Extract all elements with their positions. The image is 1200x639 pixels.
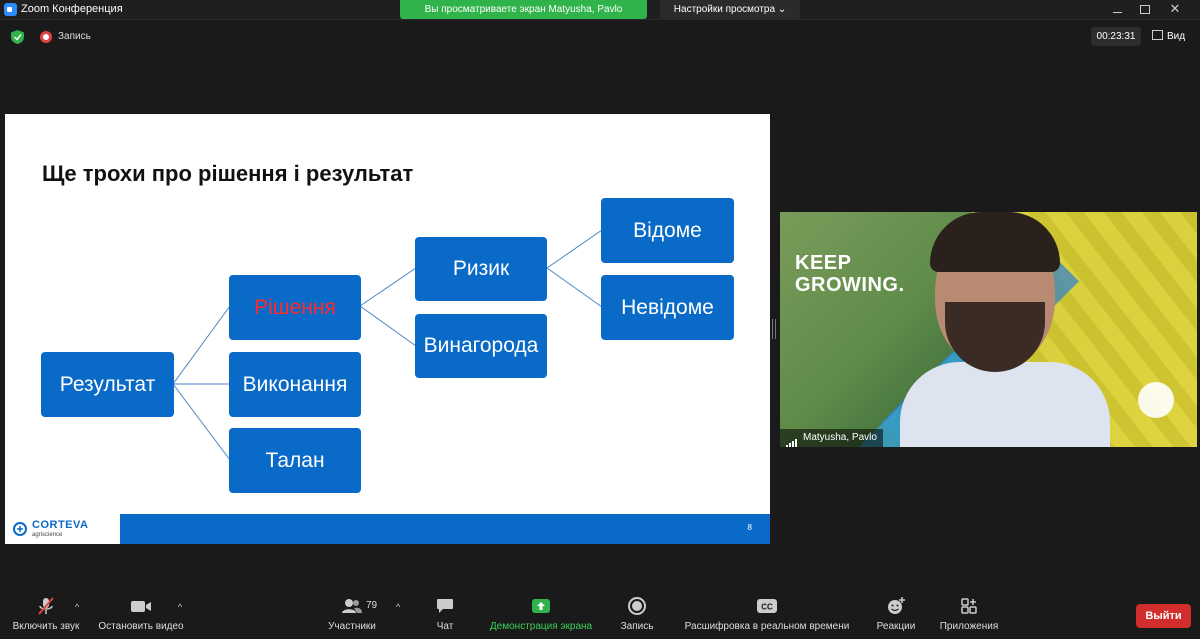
unmute-button[interactable]: Включить звук <box>8 596 84 632</box>
screen-share-banner: Вы просматриваете экран Matyusha, Pavlo <box>400 0 647 19</box>
view-options-label: Настройки просмотра ⌄ <box>673 4 787 15</box>
record-button[interactable]: Запись <box>612 596 662 632</box>
node-reward: Винагорода <box>415 314 547 378</box>
shield-icon[interactable] <box>11 30 24 44</box>
connector-decision-risk <box>359 267 417 307</box>
corteva-logo: CORTEVA agriscience <box>5 514 120 544</box>
recording-label[interactable]: Запись <box>58 31 91 42</box>
chat-label: Чат <box>436 621 454 632</box>
chat-icon <box>437 599 453 613</box>
stop-video-label: Остановить видео <box>98 621 184 632</box>
corteva-watermark-icon <box>1138 382 1174 418</box>
stop-video-button[interactable]: Остановить видео <box>95 596 187 632</box>
corteva-logo-subtext: agriscience <box>32 532 63 538</box>
view-button-label: Вид <box>1167 31 1186 42</box>
shared-slide: Ще трохи про рішення і результат Результ… <box>5 114 770 544</box>
corteva-logo-text: CORTEVA <box>32 519 89 531</box>
connector-risk-unknown <box>546 267 603 308</box>
participant-video-tile[interactable]: KEEP GROWING. Matyusha, Pavlo <box>780 212 1197 447</box>
audio-options-caret[interactable]: ^ <box>75 602 79 612</box>
minimize-button[interactable] <box>1108 2 1128 16</box>
closed-captions-icon: CC <box>757 599 777 613</box>
connector-risk-known <box>546 229 603 269</box>
close-button[interactable]: ✕ <box>1165 2 1185 16</box>
node-unknown: Невідоме <box>601 275 734 340</box>
participant-body <box>900 362 1110 447</box>
window-title-bar: Zoom Конференция Вы просматриваете экран… <box>0 0 1200 20</box>
grid-icon <box>1152 30 1163 40</box>
screen-share-banner-text: Вы просматриваете экран Matyusha, Pavlo <box>424 4 623 15</box>
reactions-button[interactable]: Реакции <box>872 596 920 632</box>
apps-label: Приложения <box>939 621 999 632</box>
video-background-text: KEEP GROWING. <box>795 252 905 296</box>
participants-count: 79 <box>366 600 378 611</box>
participants-label: Участники <box>328 621 376 632</box>
apps-button[interactable]: Приложения <box>934 596 1004 632</box>
reactions-icon <box>888 597 905 614</box>
participant-name-tag: Matyusha, Pavlo <box>780 429 883 447</box>
participants-options-caret[interactable]: ^ <box>396 602 400 612</box>
zoom-logo-icon <box>4 3 17 16</box>
record-icon <box>628 597 646 615</box>
node-result: Результат <box>41 352 174 417</box>
corteva-logo-icon <box>13 522 27 536</box>
participant-name: Matyusha, Pavlo <box>803 432 877 443</box>
signal-strength-icon <box>786 430 798 447</box>
connector-result-decision <box>172 305 231 385</box>
unmute-label: Включить звук <box>12 621 80 632</box>
leave-meeting-button[interactable]: Выйти <box>1136 604 1191 628</box>
node-execution: Виконання <box>229 352 361 417</box>
view-button[interactable]: Вид <box>1152 27 1194 46</box>
node-decision: Рішення <box>229 275 361 340</box>
video-options-caret[interactable]: ^ <box>178 602 182 612</box>
connector-decision-reward <box>359 305 417 347</box>
slide-page-number: 8 <box>747 523 752 532</box>
growing-text: GROWING. <box>795 274 905 296</box>
node-risk: Ризик <box>415 237 547 301</box>
chat-button[interactable]: Чат <box>426 596 464 632</box>
svg-text:CC: CC <box>761 603 773 612</box>
view-options-dropdown[interactable]: Настройки просмотра ⌄ <box>660 0 800 19</box>
apps-icon <box>961 598 977 614</box>
microphone-muted-icon <box>38 597 54 615</box>
live-transcript-label: Расшифровка в реальном времени <box>684 621 850 632</box>
record-label: Запись <box>620 621 654 632</box>
window-title: Zoom Конференция <box>21 3 123 15</box>
live-transcript-button[interactable]: CC Расшифровка в реальном времени <box>676 596 858 632</box>
connector-result-luck <box>172 383 231 461</box>
node-known: Відоме <box>601 198 734 263</box>
reactions-label: Реакции <box>876 621 916 632</box>
recording-icon[interactable] <box>40 31 52 43</box>
maximize-button[interactable] <box>1135 2 1155 16</box>
node-luck: Талан <box>229 428 361 493</box>
keep-text: KEEP <box>795 252 852 274</box>
video-camera-icon <box>131 601 151 612</box>
share-screen-icon <box>532 599 550 613</box>
share-screen-button[interactable]: Демонстрация экрана <box>482 596 600 632</box>
participants-icon <box>342 599 362 613</box>
meeting-timer: 00:23:31 <box>1091 27 1141 46</box>
panel-resize-handle[interactable] <box>772 319 776 339</box>
share-screen-label: Демонстрация экрана <box>489 621 593 632</box>
